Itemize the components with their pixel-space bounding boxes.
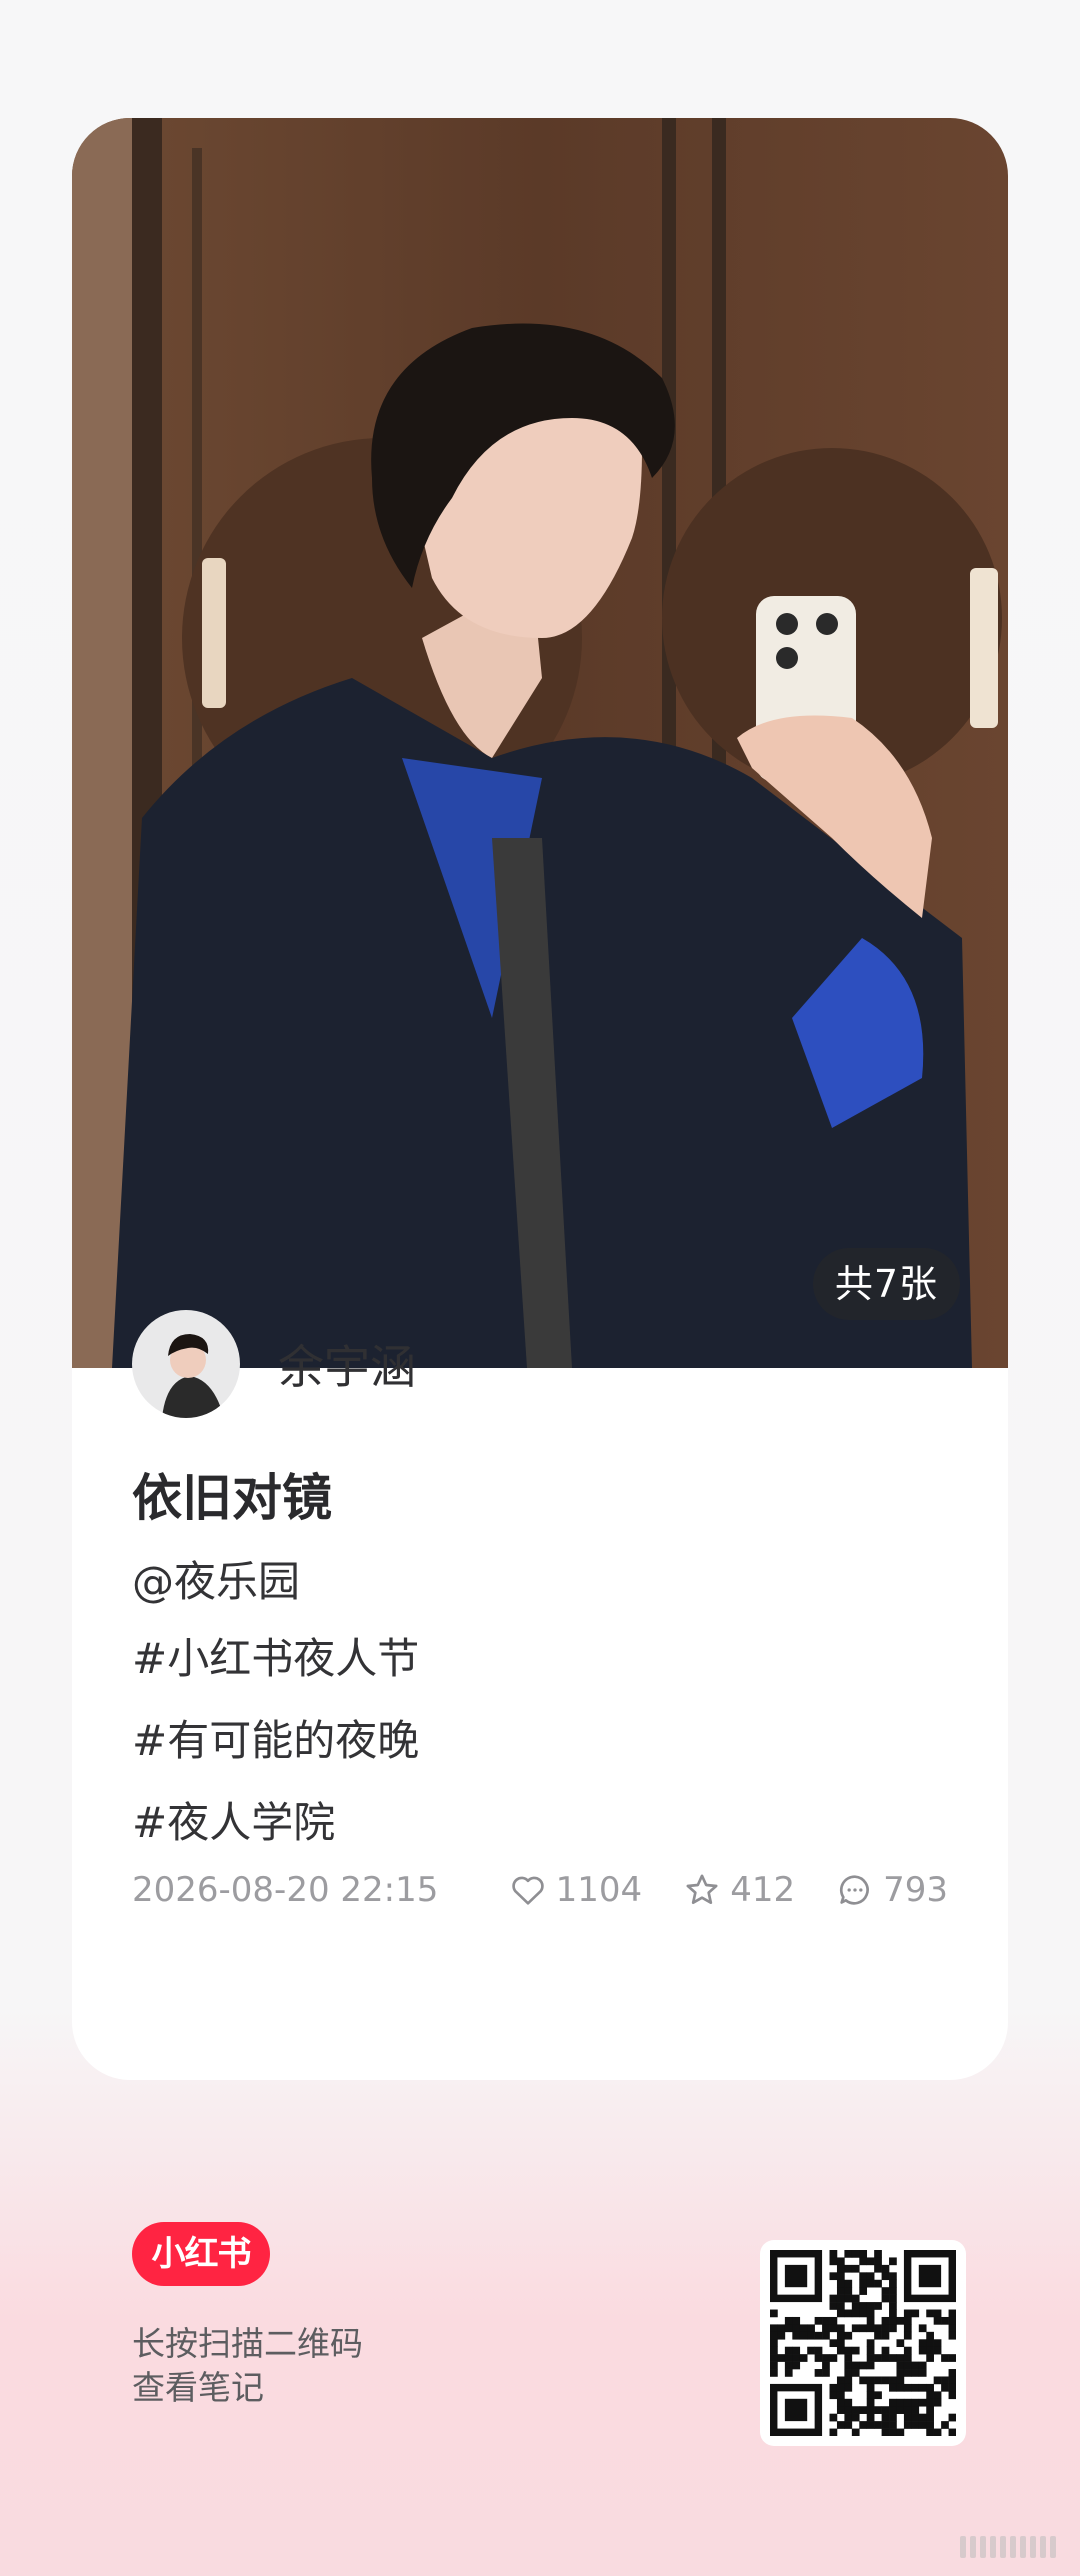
like-stat[interactable]: 1104 — [508, 1870, 643, 1910]
hashtag-list: #小红书夜人节 #有可能的夜晚 #夜人学院 — [132, 1618, 419, 1864]
post-date: 2026-08-20 22:15 — [132, 1870, 439, 1910]
cover-photo[interactable]: 共7张 — [72, 118, 1008, 1368]
author-row[interactable]: 余宇涵 — [132, 1310, 416, 1418]
avatar[interactable] — [132, 1310, 240, 1418]
qr-code[interactable] — [760, 2240, 966, 2446]
meta-row: 2026-08-20 22:15 1104 412 793 — [132, 1860, 948, 1920]
scan-hint: 长按扫描二维码 查看笔记 — [132, 2322, 363, 2410]
cover-photo-illustration — [72, 118, 1008, 1368]
image-count-badge: 共7张 — [812, 1248, 960, 1320]
post-title: 依旧对镜 — [132, 1469, 332, 1527]
qr-code-graphic — [770, 2250, 957, 2437]
hashtag[interactable]: #有可能的夜晚 — [132, 1700, 419, 1782]
collect-count: 412 — [730, 1870, 796, 1910]
stats-group: 1104 412 793 — [468, 1870, 948, 1910]
scan-hint-line2: 查看笔记 — [132, 2368, 264, 2407]
collect-stat[interactable]: 412 — [682, 1870, 795, 1910]
comment-count: 793 — [883, 1870, 948, 1910]
comment-icon — [840, 1875, 869, 1905]
author-name[interactable]: 余宇涵 — [278, 1331, 416, 1397]
scan-hint-line1: 长按扫描二维码 — [132, 2324, 363, 2363]
xiaohongshu-logo: 小红书 — [132, 2222, 270, 2286]
hashtag[interactable]: #小红书夜人节 — [132, 1618, 419, 1700]
star-icon — [686, 1874, 718, 1904]
mention-link[interactable]: @夜乐园 — [132, 1548, 300, 1609]
comment-stat[interactable]: 793 — [835, 1870, 948, 1910]
like-count: 1104 — [555, 1870, 643, 1910]
hashtag[interactable]: #夜人学院 — [132, 1782, 419, 1864]
heart-icon — [511, 1876, 544, 1905]
home-indicator — [956, 2534, 1056, 2560]
note-card[interactable]: 共7张 余宇涵 依旧对镜 @夜乐园 #小红书夜人节 #有可能的夜晚 #夜人学院 … — [72, 118, 1008, 2080]
